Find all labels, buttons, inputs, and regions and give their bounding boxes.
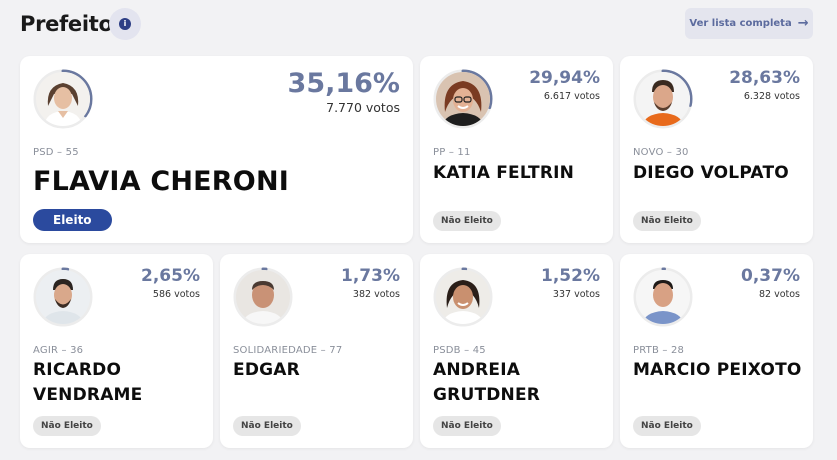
vote-percentage: 1,52% — [541, 266, 600, 286]
vote-count: 82 votos — [758, 289, 800, 300]
candidate-avatar — [432, 68, 494, 130]
status-badge: Não Eleito — [433, 416, 501, 436]
vote-percentage: 35,16% — [287, 68, 400, 99]
person-photo-icon — [436, 270, 490, 324]
candidate-name: DIEGO VOLPATO — [633, 163, 789, 183]
info-icon: i — [119, 18, 131, 30]
party-label: AGIR – 36 — [33, 345, 84, 356]
candidate-card[interactable]: 1,52% 337 votos PSDB – 45 ANDREIA GRUTDN… — [420, 254, 613, 448]
status-badge: Não Eleito — [633, 416, 701, 436]
candidate-name: ANDREIA GRUTDNER — [433, 360, 541, 405]
status-badge: Não Eleito — [433, 211, 501, 231]
vote-count: 337 votos — [552, 289, 600, 300]
full-list-label: Ver lista completa — [689, 18, 792, 29]
vote-percentage: 1,73% — [341, 266, 400, 286]
page-title: Prefeito — [20, 12, 113, 36]
candidate-avatar — [632, 266, 694, 328]
vote-count: 586 votos — [152, 289, 200, 300]
person-photo-icon — [36, 270, 90, 324]
vote-percentage: 29,94% — [529, 68, 600, 88]
candidate-name: KATIA FELTRIN — [433, 163, 575, 183]
candidate-name: FLAVIA CHERONI — [33, 166, 289, 197]
vote-percentage: 2,65% — [141, 266, 200, 286]
vote-percentage: 0,37% — [741, 266, 800, 286]
status-badge: Eleito — [33, 209, 112, 231]
status-badge: Não Eleito — [633, 211, 701, 231]
info-button[interactable]: i — [109, 8, 141, 40]
candidate-avatar — [632, 68, 694, 130]
full-list-button[interactable]: Ver lista completa → — [685, 8, 813, 39]
vote-count: 6.617 votos — [543, 91, 600, 102]
status-badge: Não Eleito — [33, 416, 101, 436]
person-photo-icon — [36, 72, 90, 126]
candidate-card[interactable]: 0,37% 82 votos PRTB – 28 MARCIO PEIXOTO … — [620, 254, 813, 448]
candidate-name: EDGAR — [233, 360, 300, 380]
candidate-card[interactable]: 35,16% 7.770 votos PSD – 55 FLAVIA CHERO… — [20, 56, 413, 243]
person-photo-icon — [236, 270, 290, 324]
party-label: PSDB – 45 — [433, 345, 486, 356]
person-photo-icon — [636, 72, 690, 126]
party-label: SOLIDARIEDADE – 77 — [233, 345, 343, 356]
vote-count: 7.770 votos — [326, 100, 400, 115]
candidate-avatar — [32, 68, 94, 130]
status-badge: Não Eleito — [233, 416, 301, 436]
candidate-card[interactable]: 2,65% 586 votos AGIR – 36 RICARDO VENDRA… — [20, 254, 213, 448]
candidate-avatar — [432, 266, 494, 328]
party-label: PP – 11 — [433, 147, 471, 158]
candidate-name: MARCIO PEIXOTO — [633, 360, 802, 380]
page-header: Prefeito i Ver lista completa → — [20, 8, 813, 42]
candidate-avatar — [32, 266, 94, 328]
candidate-card[interactable]: 1,73% 382 votos SOLIDARIEDADE – 77 EDGAR… — [220, 254, 413, 448]
person-photo-icon — [636, 270, 690, 324]
party-label: NOVO – 30 — [633, 147, 689, 158]
candidate-name: RICARDO VENDRAME — [33, 360, 143, 405]
arrow-right-icon: → — [797, 16, 809, 31]
vote-count: 6.328 votos — [743, 91, 800, 102]
candidate-card[interactable]: 28,63% 6.328 votos NOVO – 30 DIEGO VOLPA… — [620, 56, 813, 243]
party-label: PRTB – 28 — [633, 345, 685, 356]
candidate-card[interactable]: 29,94% 6.617 votos PP – 11 KATIA FELTRIN… — [420, 56, 613, 243]
vote-percentage: 28,63% — [729, 68, 800, 88]
person-photo-icon — [436, 72, 490, 126]
party-label: PSD – 55 — [33, 147, 79, 158]
vote-count: 382 votos — [352, 289, 400, 300]
candidate-avatar — [232, 266, 294, 328]
